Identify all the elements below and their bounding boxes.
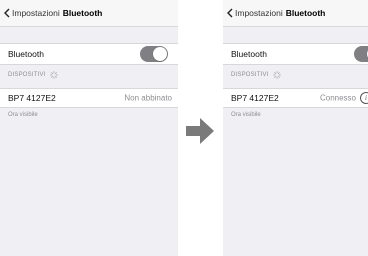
back-button[interactable]: Impostazioni Bluetooth xyxy=(4,7,102,19)
device-row[interactable]: BP7 4127E2 Non abbinato xyxy=(0,88,178,108)
bluetooth-row: Bluetooth xyxy=(0,43,178,65)
chevron-left-icon xyxy=(4,8,10,18)
spinner-icon xyxy=(272,71,281,79)
screen-after: Impostazioni Bluetooth Bluetooth DISPOSI… xyxy=(223,0,368,256)
device-status: Connesso xyxy=(319,93,356,103)
nav-bar: Impostazioni Bluetooth xyxy=(223,0,368,27)
section-header-label: DISPOSITIVI xyxy=(231,72,269,78)
visibility-text: Ora visibile xyxy=(231,112,261,118)
bluetooth-label: Bluetooth xyxy=(231,49,267,59)
nav-bar: Impostazioni Bluetooth xyxy=(0,0,178,27)
page-title: Bluetooth xyxy=(285,8,326,18)
section-header-devices: DISPOSITIVI xyxy=(231,71,281,79)
bluetooth-label: Bluetooth xyxy=(8,49,44,59)
bluetooth-row: Bluetooth xyxy=(223,43,368,65)
device-name: BP7 4127E2 xyxy=(231,93,279,103)
section-header-devices: DISPOSITIVI xyxy=(8,71,58,79)
spinner-icon xyxy=(49,71,58,79)
device-status: Non abbinato xyxy=(124,93,172,103)
screen-before: Impostazioni Bluetooth Bluetooth DISPOSI… xyxy=(0,0,178,256)
back-button[interactable]: Impostazioni Bluetooth xyxy=(227,7,325,19)
device-row[interactable]: BP7 4127E2 Connesso i xyxy=(223,88,368,108)
toggle-knob xyxy=(153,47,167,61)
page-title: Bluetooth xyxy=(62,8,103,18)
back-label: Impostazioni xyxy=(12,8,60,18)
bluetooth-toggle[interactable] xyxy=(140,46,168,62)
chevron-left-icon xyxy=(227,8,233,18)
arrow-right-icon xyxy=(186,118,214,144)
bluetooth-toggle[interactable] xyxy=(354,46,368,62)
back-label: Impostazioni xyxy=(235,8,283,18)
info-icon[interactable]: i xyxy=(360,92,368,104)
section-header-label: DISPOSITIVI xyxy=(8,72,46,78)
visibility-text: Ora visibile xyxy=(8,112,38,118)
device-name: BP7 4127E2 xyxy=(8,93,56,103)
